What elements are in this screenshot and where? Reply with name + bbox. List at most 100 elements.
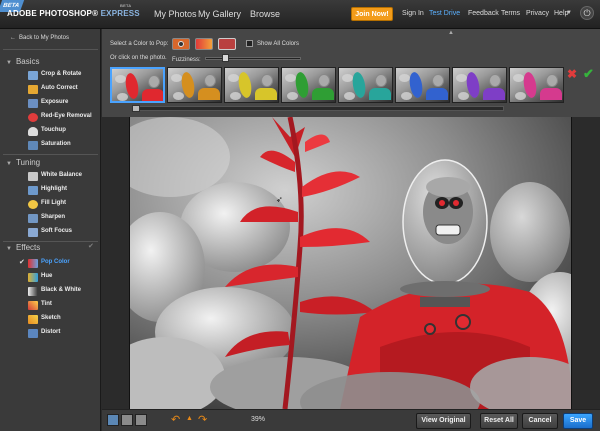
- feedback-link[interactable]: Feedback: [468, 10, 499, 17]
- fuzziness-slider-thumb[interactable]: [222, 54, 230, 62]
- sidebar-item-sketch[interactable]: Sketch: [28, 314, 98, 326]
- save-button[interactable]: Save: [563, 413, 593, 429]
- sidebar-item-touchup[interactable]: Touchup: [28, 126, 98, 138]
- join-now-button[interactable]: Join Now!: [351, 7, 393, 21]
- hue-icon: [28, 273, 38, 282]
- sidebar-item-hue[interactable]: Hue: [28, 272, 98, 284]
- color-swatch[interactable]: [195, 38, 213, 50]
- thumbnail-scroll-thumb[interactable]: [132, 105, 140, 112]
- white-balance-icon: [28, 172, 38, 181]
- show-all-colors-checkbox[interactable]: [246, 40, 253, 47]
- redo-icon[interactable]: ↷: [198, 413, 207, 426]
- power-icon[interactable]: ⏻: [580, 6, 594, 20]
- black-white-icon: [28, 287, 38, 296]
- cancel-button[interactable]: Cancel: [522, 413, 558, 429]
- sidebar-item-white-balance[interactable]: White Balance: [28, 171, 98, 183]
- sidebar-item-label: Black & White: [41, 287, 82, 293]
- pop-color-thumbnail[interactable]: [338, 67, 393, 103]
- reset-all-button[interactable]: Reset All: [480, 413, 518, 429]
- sidebar-item-highlight[interactable]: Highlight: [28, 185, 98, 197]
- sidebar-item-red-eye-removal[interactable]: Red-Eye Removal: [28, 112, 98, 124]
- check-icon[interactable]: ✔: [583, 66, 594, 82]
- view-fit-button[interactable]: [107, 414, 119, 426]
- sidebar-item-label: Fill Light: [41, 200, 66, 206]
- thumb-leaf: [285, 74, 296, 82]
- pop-color-thumbnail[interactable]: [509, 67, 564, 103]
- fuzziness-slider[interactable]: [205, 57, 301, 60]
- photo-canvas[interactable]: [129, 117, 572, 409]
- terms-link[interactable]: Terms: [501, 10, 520, 17]
- thumb-suit: [312, 88, 334, 100]
- zoom-level: 39%: [251, 416, 266, 423]
- logo-express: EXPRESS: [100, 9, 140, 18]
- sidebar-item-label: Sketch: [41, 315, 61, 321]
- sidebar-item-label: Distort: [41, 329, 61, 335]
- sidebar-item-label: Soft Focus: [41, 228, 72, 234]
- bottom-toolbar: 39% ↶ ▲ ↷ View Original Reset All Cancel…: [102, 409, 600, 431]
- collapse-handle-icon[interactable]: ▲: [448, 30, 454, 36]
- thumb-suit: [483, 88, 505, 100]
- section-tuning[interactable]: ▼ Tuning: [6, 158, 40, 167]
- sidebar-item-fill-light[interactable]: Fill Light: [28, 199, 98, 211]
- sidebar-item-tint[interactable]: Tint: [28, 300, 98, 312]
- chevron-down-icon: ▼: [6, 60, 12, 66]
- close-icon[interactable]: ✖: [567, 67, 577, 81]
- thumb-leaf: [515, 92, 526, 100]
- divider: [3, 241, 98, 242]
- pencil-icon: [28, 315, 38, 324]
- sidebar-item-pop-color[interactable]: Pop Color: [28, 258, 98, 270]
- thumb-robot: [489, 74, 501, 87]
- chevron-down-icon[interactable]: ▼: [566, 10, 572, 16]
- sharpen-icon: [28, 214, 38, 223]
- app-logo[interactable]: ADOBE PHOTOSHOP® EXPRESS BETA: [7, 3, 140, 18]
- view-actual-button[interactable]: [121, 414, 133, 426]
- thumb-leaf: [458, 92, 469, 100]
- sidebar-item-sharpen[interactable]: Sharpen: [28, 213, 98, 225]
- pop-color-thumbnail[interactable]: [224, 67, 279, 103]
- sidebar: ← Back to My Photos ▼ Basics Crop & Rotate…: [0, 29, 101, 431]
- divider: [3, 49, 98, 50]
- wand-icon: [28, 85, 38, 94]
- view-fullscreen-button[interactable]: [135, 414, 147, 426]
- nav-browse[interactable]: Browse: [250, 9, 280, 19]
- back-label: Back to My Photos: [19, 35, 70, 41]
- saturation-icon: [28, 141, 38, 150]
- pop-color-thumbnail[interactable]: [395, 67, 450, 103]
- step-icon[interactable]: ▲: [186, 415, 193, 422]
- sidebar-item-crop-rotate[interactable]: Crop & Rotate: [28, 70, 98, 82]
- pop-color-thumbnail[interactable]: [452, 67, 507, 103]
- back-to-my-photos-link[interactable]: ← Back to My Photos: [10, 35, 69, 41]
- pop-color-thumbnail[interactable]: [167, 67, 222, 103]
- thumb-leaf: [230, 92, 241, 100]
- sign-in-link[interactable]: Sign In: [402, 10, 424, 17]
- undo-icon[interactable]: ↶: [171, 413, 180, 426]
- color-swatch-selected[interactable]: [218, 38, 236, 50]
- chevron-down-icon: ▼: [6, 161, 12, 167]
- sidebar-item-auto-correct[interactable]: Auto Correct: [28, 84, 98, 96]
- sidebar-item-black-white[interactable]: Black & White: [28, 286, 98, 298]
- red-eye-icon: [28, 113, 38, 122]
- thumbnail-scrollbar[interactable]: [132, 106, 504, 111]
- sidebar-item-label: Sharpen: [41, 214, 66, 220]
- pop-color-picker-button[interactable]: [172, 38, 190, 50]
- view-original-button[interactable]: View Original: [416, 413, 471, 429]
- sidebar-item-exposure[interactable]: Exposure: [28, 98, 98, 110]
- sidebar-item-soft-focus[interactable]: Soft Focus: [28, 227, 98, 239]
- top-bar: BETA ADOBE PHOTOSHOP® EXPRESS BETA My Ph…: [0, 0, 600, 29]
- thumb-leaf: [456, 74, 467, 82]
- pop-color-thumbnail[interactable]: [281, 67, 336, 103]
- test-drive-link[interactable]: Test Drive: [429, 10, 460, 17]
- thumb-leaf: [228, 74, 239, 82]
- sidebar-item-saturation[interactable]: Saturation: [28, 140, 98, 152]
- section-basics[interactable]: ▼ Basics: [6, 57, 40, 66]
- thumb-robot: [546, 74, 558, 87]
- sidebar-item-distort[interactable]: Distort: [28, 328, 98, 340]
- nav-my-gallery[interactable]: My Gallery: [198, 9, 241, 19]
- section-label: Tuning: [15, 158, 41, 167]
- chevron-down-icon: ▼: [6, 246, 12, 252]
- sidebar-item-label: Red-Eye Removal: [41, 113, 92, 119]
- section-effects[interactable]: ▼ Effects: [6, 243, 40, 252]
- pop-color-thumbnail[interactable]: [110, 67, 165, 103]
- privacy-link[interactable]: Privacy: [526, 10, 549, 17]
- nav-my-photos[interactable]: My Photos: [154, 9, 197, 19]
